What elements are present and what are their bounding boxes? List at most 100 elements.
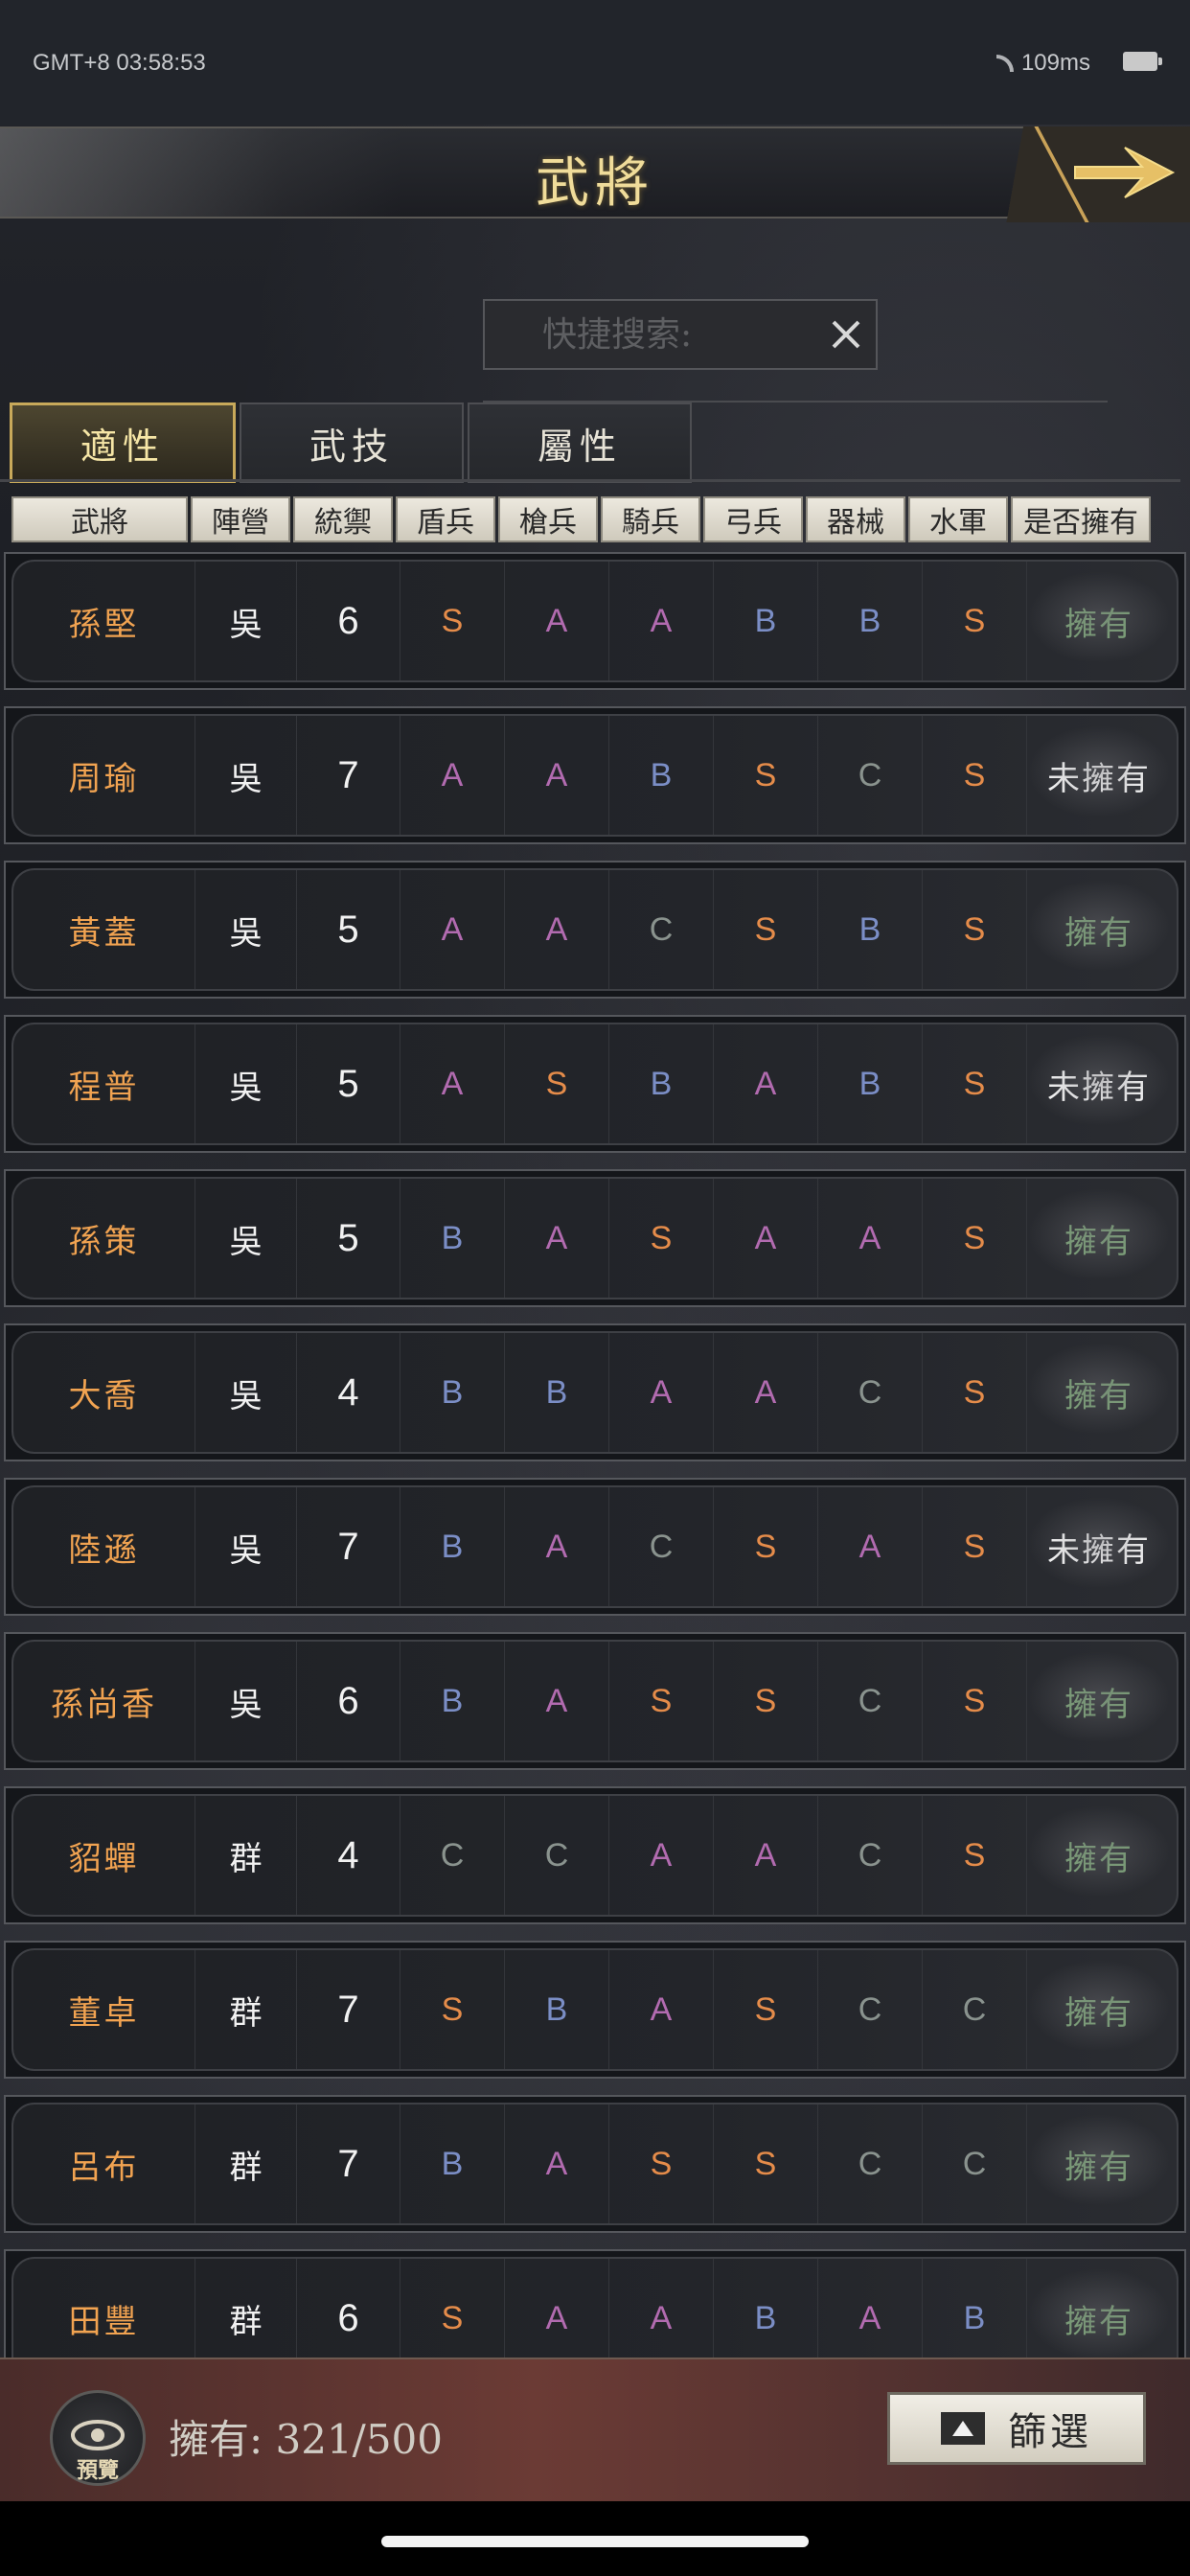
table-row[interactable]: 孫尚香吳6BASSCS擁有 — [4, 1632, 1186, 1770]
tab-attributes[interactable]: 屬性 — [468, 402, 692, 483]
general-name: 黃蓋 — [68, 913, 140, 953]
table-header: 武將 陣營 統禦 盾兵 槍兵 騎兵 弓兵 器械 水軍 是否擁有 — [11, 496, 1179, 542]
general-name-cell: 孫尚香 — [13, 1642, 195, 1760]
grade-value: C — [858, 2145, 882, 2182]
column-header: 統禦 — [293, 496, 393, 542]
command-value: 7 — [337, 1988, 359, 2031]
grade-value-cell: S — [400, 562, 505, 680]
grade-value-cell: S — [923, 870, 1027, 989]
grade-value-cell: S — [505, 1024, 609, 1143]
grade-value: C — [858, 1836, 882, 1874]
close-icon[interactable] — [824, 312, 868, 356]
grade-value-cell: C — [923, 2104, 1027, 2223]
battery-icon — [1123, 52, 1162, 71]
grade-value-cell: A — [505, 716, 609, 835]
tab-aptitude[interactable]: 適性 — [10, 402, 236, 483]
general-name: 貂蟬 — [68, 1839, 140, 1878]
faction-cell: 群 — [195, 1950, 297, 2069]
grade-value-cell: C — [923, 1950, 1027, 2069]
grade-value: B — [754, 2299, 777, 2336]
grade-value-cell: C — [818, 2104, 923, 2223]
grade-value: A — [545, 1219, 568, 1256]
grade-value: C — [858, 1373, 882, 1411]
table-row[interactable]: 程普吳5ASBABS未擁有 — [4, 1015, 1186, 1153]
back-button[interactable] — [983, 126, 1190, 222]
grade-value-cell: B — [400, 1487, 505, 1606]
command-value-cell: 7 — [297, 716, 400, 835]
grade-value-cell: S — [714, 1487, 818, 1606]
grade-value-cell: C — [818, 716, 923, 835]
row-frame: 貂蟬群4CCAACS擁有 — [11, 1794, 1179, 1917]
grade-value: S — [754, 756, 777, 794]
row-frame: 孫堅吳6SAABBS擁有 — [11, 560, 1179, 682]
tab-bar: 適性 武技 屬性 — [10, 402, 692, 487]
grade-value-cell: A — [818, 1179, 923, 1298]
general-name: 孫堅 — [68, 605, 140, 644]
general-name: 程普 — [68, 1068, 140, 1107]
table-row[interactable]: 貂蟬群4CCAACS擁有 — [4, 1786, 1186, 1924]
command-value: 7 — [337, 753, 359, 796]
grade-value: S — [963, 1219, 986, 1256]
faction: 吳 — [229, 913, 263, 953]
row-frame: 周瑜吳7AABSCS未擁有 — [11, 714, 1179, 837]
scroll-decoration — [1027, 1034, 1171, 1126]
grade-value: C — [440, 1836, 465, 1874]
table-row[interactable]: 黃蓋吳5AACSBS擁有 — [4, 861, 1186, 999]
grade-value: A — [545, 756, 568, 794]
grade-value: S — [754, 2145, 777, 2182]
grade-value-cell: B — [400, 2104, 505, 2223]
column-header: 騎兵 — [601, 496, 700, 542]
table-row[interactable]: 大喬吳4BBAACS擁有 — [4, 1323, 1186, 1461]
grade-value: C — [858, 1682, 882, 1719]
command-value: 6 — [337, 599, 359, 642]
table-row[interactable]: 孫堅吳6SAABBS擁有 — [4, 552, 1186, 690]
grade-value: A — [858, 1528, 881, 1565]
grade-value: S — [441, 1990, 464, 2028]
column-header: 陣營 — [191, 496, 290, 542]
general-name: 呂布 — [68, 2148, 140, 2187]
row-frame: 程普吳5ASBABS未擁有 — [11, 1023, 1179, 1145]
general-name-cell: 程普 — [13, 1024, 195, 1143]
grade-value-cell: S — [400, 1950, 505, 2069]
faction: 吳 — [229, 759, 263, 798]
grade-value-cell: C — [818, 1950, 923, 2069]
scroll-decoration — [1027, 1651, 1171, 1743]
general-name: 田豐 — [68, 2302, 140, 2341]
faction: 吳 — [229, 605, 263, 644]
grade-value-cell: S — [923, 1179, 1027, 1298]
table-row[interactable]: 呂布群7BASSCC擁有 — [4, 2095, 1186, 2233]
grade-value-cell: B — [609, 1024, 714, 1143]
search-input[interactable] — [485, 301, 811, 368]
home-indicator[interactable] — [381, 2536, 809, 2547]
grade-value-cell: A — [400, 1024, 505, 1143]
grade-value: A — [650, 1990, 673, 2028]
grade-value: A — [545, 2145, 568, 2182]
grade-value-cell: A — [609, 562, 714, 680]
grade-value: B — [441, 1682, 464, 1719]
grade-value-cell: S — [923, 716, 1027, 835]
grade-value-cell: A — [505, 1179, 609, 1298]
grade-value-cell: C — [818, 1796, 923, 1915]
table-row[interactable]: 周瑜吳7AABSCS未擁有 — [4, 706, 1186, 844]
table-row[interactable]: 孫策吳5BASAAS擁有 — [4, 1169, 1186, 1307]
general-name: 陸遜 — [68, 1530, 140, 1570]
grade-value-cell: S — [923, 1487, 1027, 1606]
tab-skills[interactable]: 武技 — [240, 402, 464, 483]
grade-value: B — [754, 602, 777, 639]
grade-value-cell: A — [609, 1950, 714, 2069]
grade-value-cell: A — [505, 1642, 609, 1760]
grade-value-cell: A — [505, 562, 609, 680]
table-row[interactable]: 陸遜吳7BACSAS未擁有 — [4, 1478, 1186, 1616]
grade-value-cell: S — [609, 2104, 714, 2223]
faction: 吳 — [229, 1068, 263, 1107]
grade-value-cell: B — [609, 716, 714, 835]
grade-value: C — [858, 1990, 882, 2028]
grade-value-cell: B — [714, 562, 818, 680]
command-value-cell: 4 — [297, 1796, 400, 1915]
filter-button[interactable]: 篩選 — [887, 2392, 1146, 2465]
grade-value-cell: S — [923, 1796, 1027, 1915]
grade-value: A — [754, 1373, 777, 1411]
table-row[interactable]: 董卓群7SBASCC擁有 — [4, 1941, 1186, 2079]
row-frame: 董卓群7SBASCC擁有 — [11, 1948, 1179, 2071]
general-name-cell: 周瑜 — [13, 716, 195, 835]
